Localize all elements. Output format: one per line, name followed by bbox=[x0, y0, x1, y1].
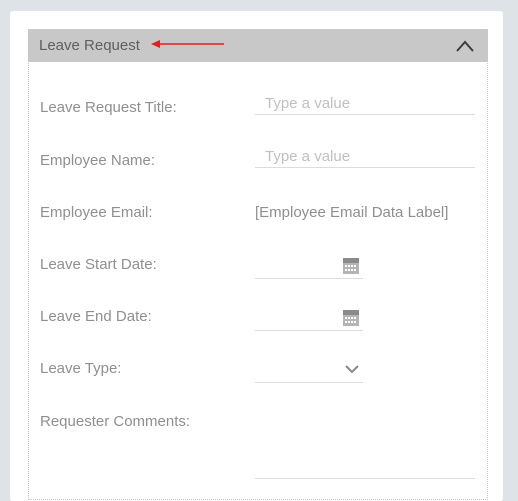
annotation-arrow-icon bbox=[151, 40, 224, 48]
employee-name-input[interactable] bbox=[255, 146, 475, 168]
end-date-label: Leave End Date: bbox=[40, 308, 152, 325]
section-header[interactable]: Leave Request bbox=[28, 29, 488, 62]
title-label: Leave Request Title: bbox=[40, 99, 177, 116]
requester-comments-input[interactable] bbox=[255, 477, 475, 479]
leave-request-title-input[interactable] bbox=[255, 93, 475, 115]
employee-name-label: Employee Name: bbox=[40, 152, 156, 169]
chevron-down-icon[interactable] bbox=[345, 364, 359, 374]
form-card: Leave Request Leave Request Title: Emplo… bbox=[10, 11, 503, 501]
chevron-up-icon[interactable] bbox=[455, 39, 475, 53]
calendar-icon[interactable] bbox=[343, 310, 359, 326]
end-date-picker[interactable] bbox=[255, 306, 363, 331]
start-date-picker[interactable] bbox=[255, 254, 363, 279]
employee-email-value: [Employee Email Data Label] bbox=[255, 204, 449, 221]
requester-comments-label: Requester Comments: bbox=[40, 413, 191, 430]
start-date-label: Leave Start Date: bbox=[40, 256, 157, 273]
section-title: Leave Request bbox=[39, 37, 140, 54]
calendar-icon[interactable] bbox=[343, 258, 359, 274]
employee-email-label: Employee Email: bbox=[40, 204, 153, 221]
leave-type-label: Leave Type: bbox=[40, 360, 122, 377]
leave-request-section: Leave Request Leave Request Title: Emplo… bbox=[28, 29, 488, 500]
leave-type-dropdown[interactable] bbox=[255, 358, 363, 383]
